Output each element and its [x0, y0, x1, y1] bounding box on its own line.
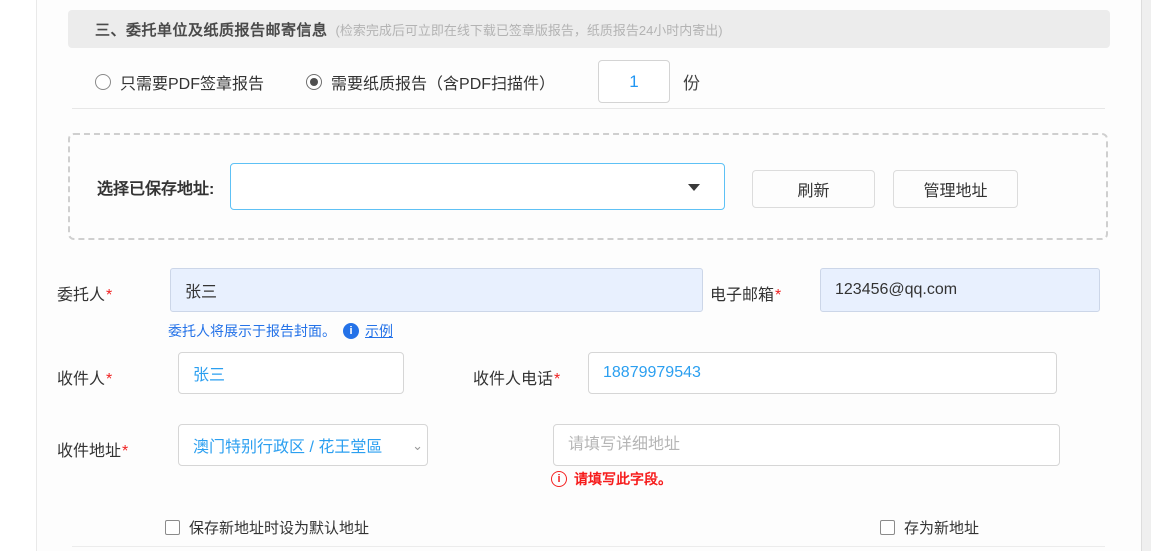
checkbox-default-address-label: 保存新地址时设为默认地址 [189, 517, 369, 538]
info-icon: i [343, 323, 359, 339]
bottom-divider [72, 546, 1105, 547]
consignor-label: 委托人* [57, 281, 112, 305]
checkbox-save-new-address[interactable]: 存为新地址 [880, 517, 979, 538]
error-message: 请填写此字段。 [574, 469, 672, 489]
validation-error: i 请填写此字段。 [551, 469, 672, 489]
divider [72, 108, 1105, 109]
mailing-info-section: 三、委托单位及纸质报告邮寄信息 (检索完成后可立即在线下载已签章版报告，纸质报告… [0, 0, 1151, 551]
chevron-down-icon: ⌄ [412, 438, 423, 454]
checkbox-default-address[interactable]: 保存新地址时设为默认地址 [165, 517, 369, 538]
copies-unit-label: 份 [683, 69, 700, 94]
consignor-hint-text: 委托人将展示于报告封面。 [168, 321, 336, 341]
radio-checked-icon[interactable] [306, 74, 322, 90]
radio-unchecked-icon[interactable] [95, 74, 111, 90]
required-asterisk: * [106, 371, 112, 388]
address-label: 收件地址* [57, 437, 128, 461]
section-header: 三、委托单位及纸质报告邮寄信息 (检索完成后可立即在线下载已签章版报告，纸质报告… [68, 10, 1110, 48]
consignor-input[interactable] [170, 268, 703, 312]
report-type-row: 只需要PDF签章报告 需要纸质报告（含PDF扫描件） 份 [95, 59, 700, 104]
region-select-value: 澳门特别行政区 / 花王堂區 [193, 433, 382, 457]
phone-input[interactable] [588, 352, 1057, 394]
required-asterisk: * [554, 371, 560, 388]
radio-pdf-only-label: 只需要PDF签章报告 [120, 70, 264, 94]
copies-input[interactable] [598, 60, 670, 103]
email-input[interactable] [820, 268, 1100, 312]
saved-address-label: 选择已保存地址: [97, 135, 214, 238]
caret-down-icon [688, 184, 700, 191]
consignor-hint-row: 委托人将展示于报告封面。 i 示例 [168, 321, 393, 341]
recipient-label: 收件人* [57, 365, 112, 389]
required-asterisk: * [106, 287, 112, 304]
example-link[interactable]: 示例 [365, 321, 393, 341]
detail-address-input[interactable] [553, 424, 1060, 466]
region-select[interactable]: 澳门特别行政区 / 花王堂區 ⌄ [178, 424, 428, 466]
left-margin [0, 0, 37, 551]
radio-paper-report[interactable]: 需要纸质报告（含PDF扫描件） [306, 70, 555, 94]
checkbox-unchecked-icon[interactable] [165, 520, 180, 535]
checkbox-unchecked-icon[interactable] [880, 520, 895, 535]
recipient-input[interactable] [178, 352, 404, 394]
radio-pdf-only[interactable]: 只需要PDF签章报告 [95, 70, 264, 94]
manage-address-button[interactable]: 管理地址 [893, 170, 1018, 208]
required-asterisk: * [775, 287, 781, 304]
scrollbar-track[interactable] [1141, 0, 1151, 551]
saved-address-select[interactable] [230, 163, 725, 210]
checkbox-save-new-address-label: 存为新地址 [904, 517, 979, 538]
email-label: 电子邮箱* [710, 281, 781, 305]
phone-label: 收件人电话* [473, 365, 560, 389]
radio-paper-label: 需要纸质报告（含PDF扫描件） [331, 70, 555, 94]
refresh-button[interactable]: 刷新 [752, 170, 875, 208]
section-title: 三、委托单位及纸质报告邮寄信息 [95, 19, 328, 40]
error-info-icon: i [551, 471, 567, 487]
saved-address-box: 选择已保存地址: 刷新 管理地址 [68, 133, 1108, 240]
section-hint: (检索完成后可立即在线下载已签章版报告，纸质报告24小时内寄出) [336, 20, 723, 39]
required-asterisk: * [122, 443, 128, 460]
